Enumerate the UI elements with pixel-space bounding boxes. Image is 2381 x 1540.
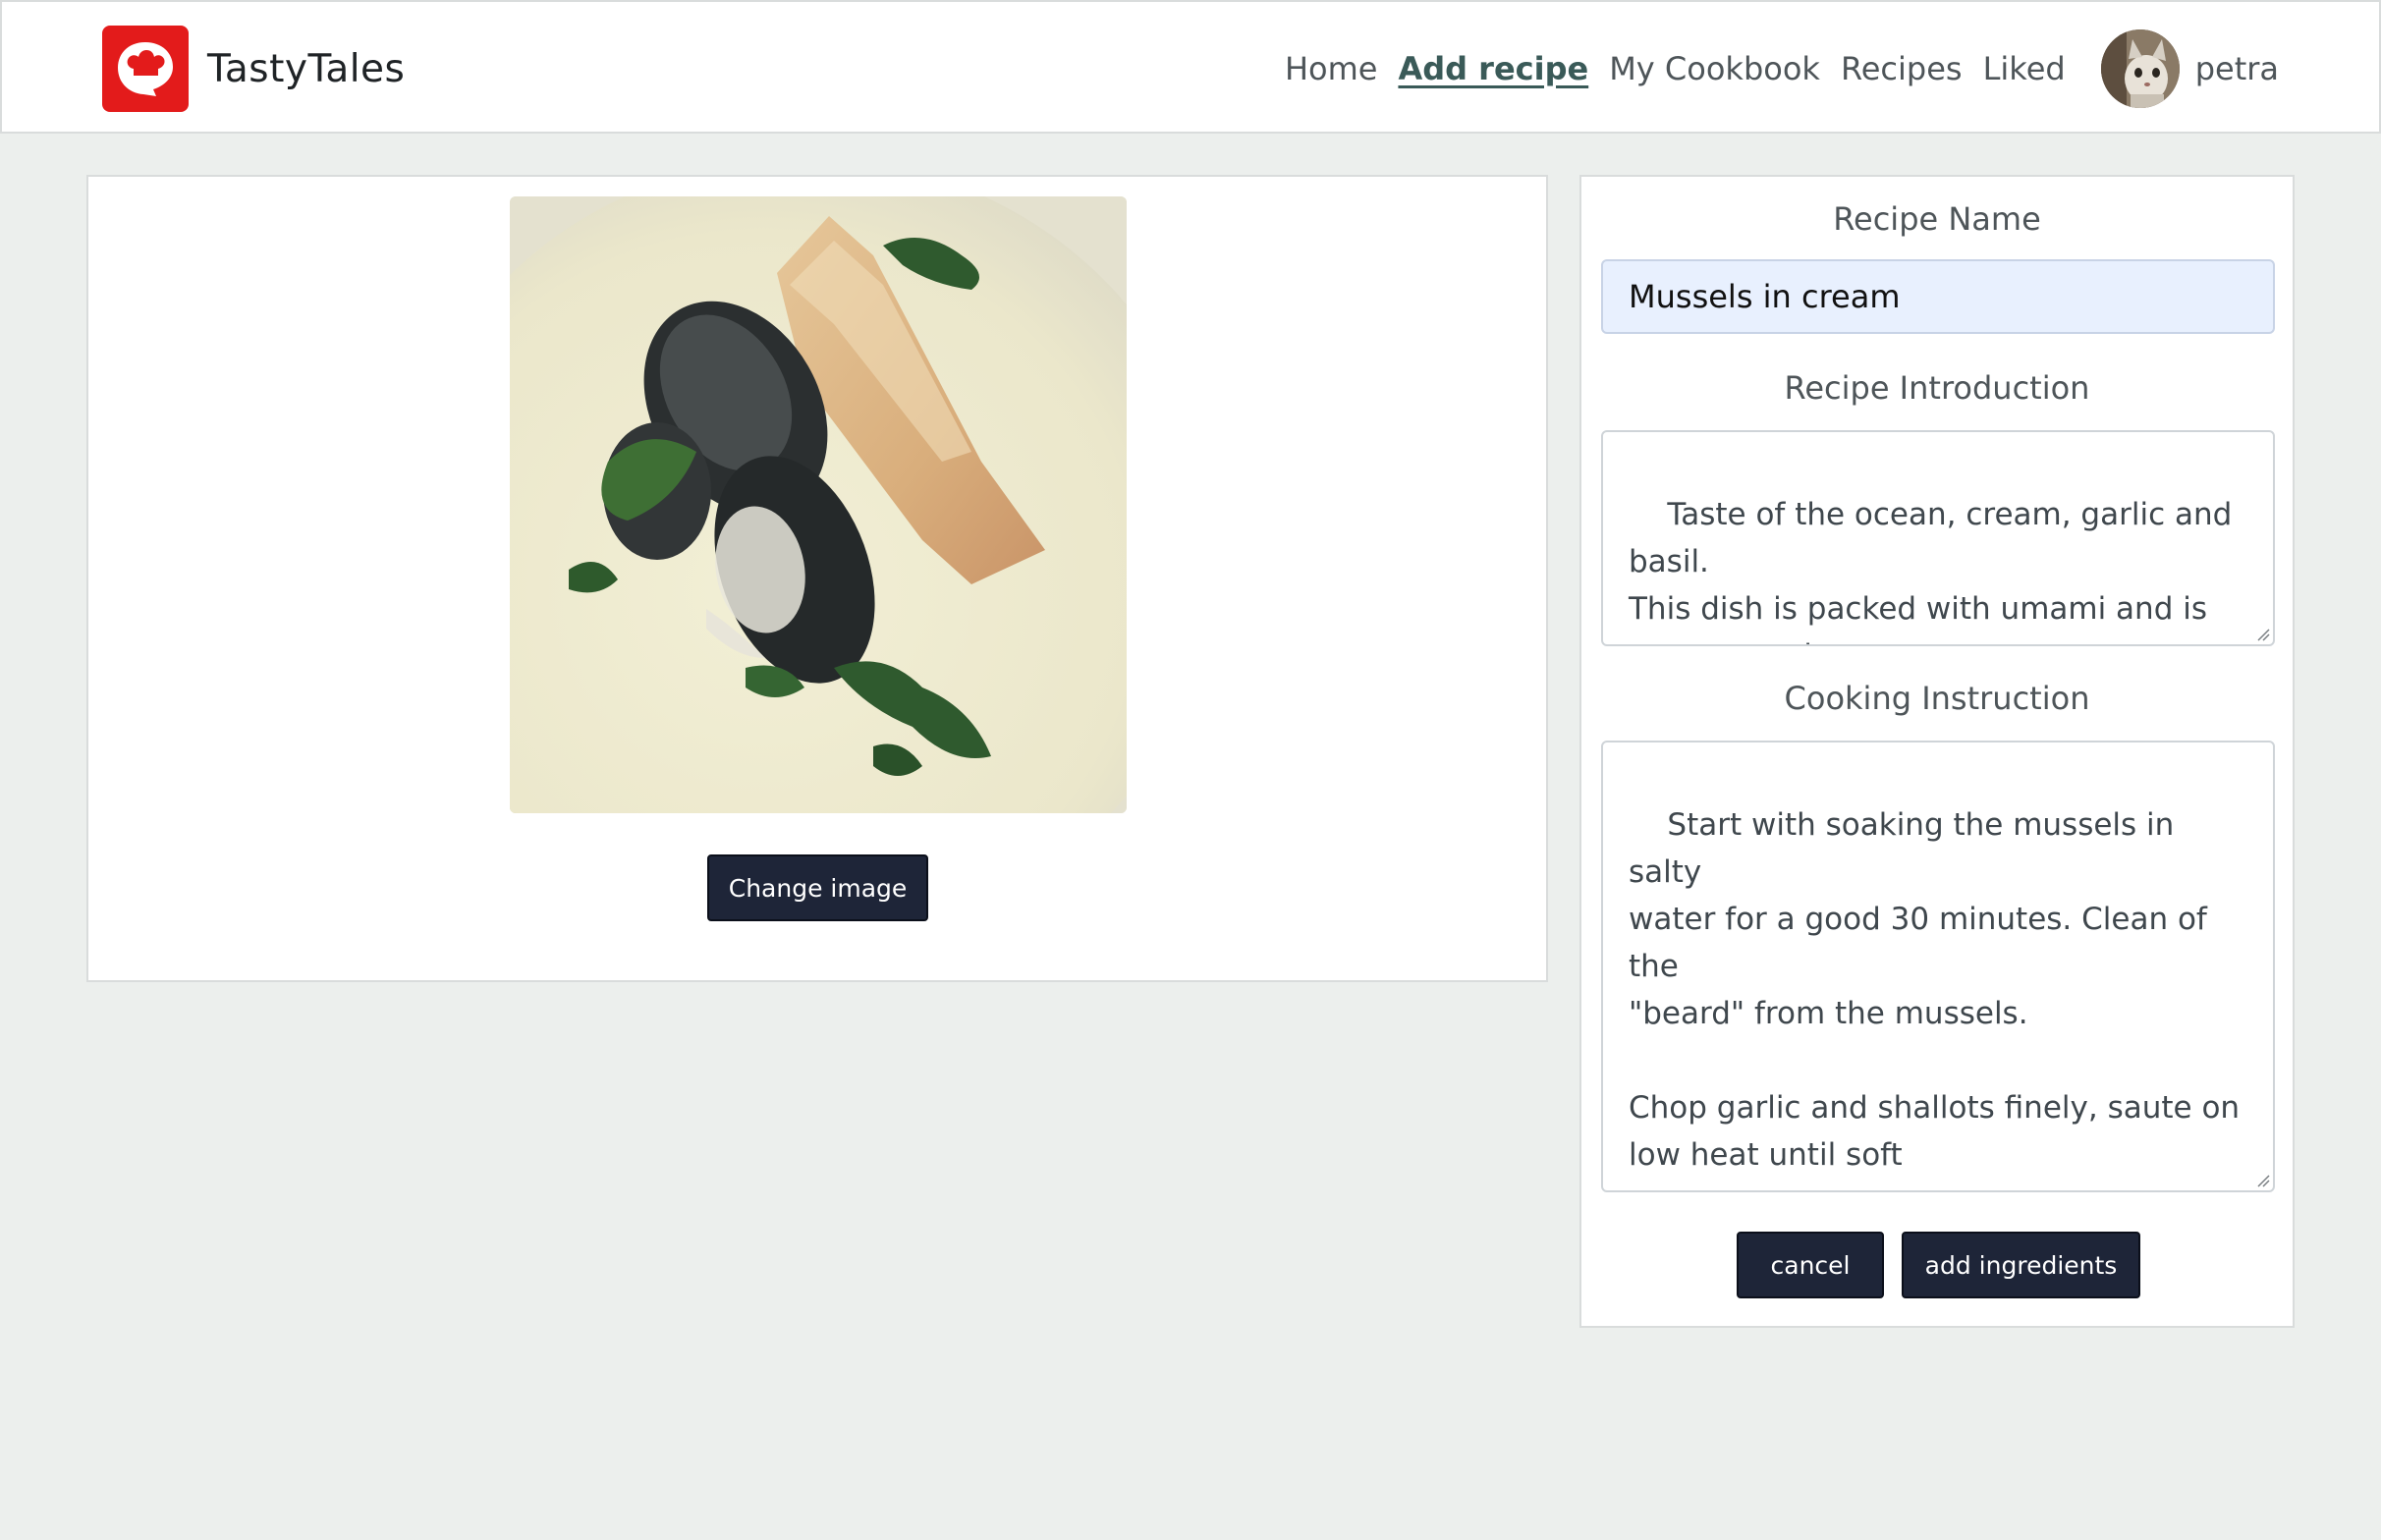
username[interactable]: petra (2195, 50, 2279, 87)
recipe-name-label: Recipe Name (1833, 200, 2041, 238)
recipe-form: Recipe Name Mussels in cream Recipe Intr… (1579, 175, 2295, 1328)
nav-home[interactable]: Home (1285, 50, 1378, 87)
recipe-introduction-text: Taste of the ocean, cream, garlic and ba… (1629, 497, 2233, 644)
nav-recipes[interactable]: Recipes (1841, 50, 1963, 87)
cooking-instruction-label: Cooking Instruction (1784, 680, 2090, 717)
resize-grip-icon[interactable] (2254, 626, 2270, 641)
nav-links: Home Add recipe My Cookbook Recipes Like… (1285, 26, 2279, 112)
resize-grip-icon[interactable] (2254, 1172, 2270, 1187)
recipe-introduction-label: Recipe Introduction (1784, 369, 2090, 407)
nav-liked[interactable]: Liked (1983, 50, 2066, 87)
mussels-dish-image (510, 196, 1127, 813)
change-image-button[interactable]: Change image (707, 854, 928, 921)
nav-my-cookbook[interactable]: My Cookbook (1609, 50, 1820, 87)
brand-name[interactable]: TastyTales (207, 47, 405, 91)
image-card: Change image (86, 175, 1548, 982)
brand[interactable]: TastyTales (102, 26, 405, 112)
recipe-name-input[interactable]: Mussels in cream (1601, 259, 2275, 334)
chef-hat-icon[interactable] (102, 26, 189, 112)
cooking-instruction-text: Start with soaking the mussels in salty … (1629, 807, 2241, 1173)
avatar[interactable] (2100, 29, 2180, 108)
recipe-introduction-textarea[interactable]: Taste of the ocean, cream, garlic and ba… (1601, 430, 2275, 646)
add-ingredients-button[interactable]: add ingredients (1902, 1232, 2140, 1298)
nav-add-recipe[interactable]: Add recipe (1398, 50, 1588, 87)
navbar: TastyTales Home Add recipe My Cookbook R… (0, 0, 2381, 134)
cooking-instruction-textarea[interactable]: Start with soaking the mussels in salty … (1601, 741, 2275, 1192)
cancel-button[interactable]: cancel (1737, 1232, 1884, 1298)
